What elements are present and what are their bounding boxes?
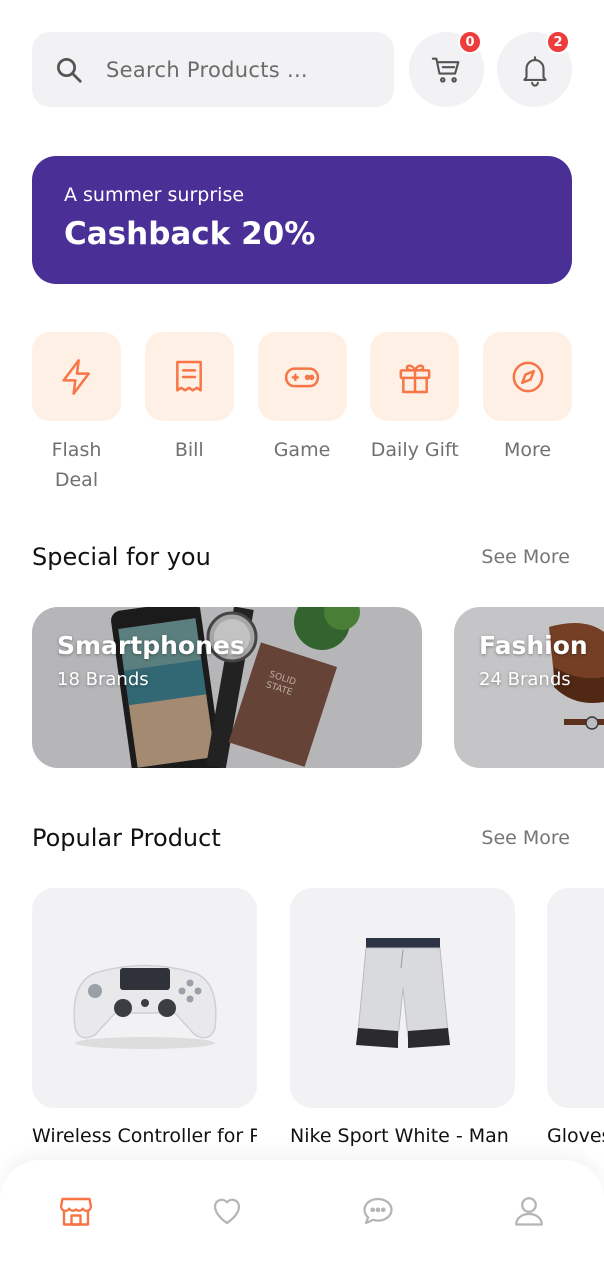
- gift-icon: [399, 363, 431, 393]
- cart-count-badge: 0: [458, 30, 482, 54]
- bell-icon: [522, 55, 547, 87]
- category-label: Game: [273, 439, 331, 461]
- shop-icon: [59, 1197, 92, 1226]
- flash-icon: [61, 358, 90, 395]
- chat-icon: [362, 1197, 393, 1225]
- category-game[interactable]: Game: [257, 332, 347, 495]
- bill-icon: [176, 360, 203, 392]
- product-name: Wireless Controller for PS4™: [32, 1125, 257, 1147]
- special-card-title: Fashion: [479, 631, 588, 660]
- category-icon-box: [32, 332, 121, 421]
- product-card[interactable]: Wireless Controller for PS4™: [32, 888, 257, 1164]
- search-input[interactable]: Search Products ...: [32, 32, 394, 107]
- category-flash-deal[interactable]: Flash Deal: [32, 332, 121, 495]
- category-row: Flash Deal Bill Game Daily Gift More: [32, 332, 572, 495]
- category-label: Flash Deal: [51, 439, 102, 491]
- product-card[interactable]: Nike Sport White - Man Pant: [290, 888, 515, 1164]
- search-icon: [57, 57, 82, 83]
- product-image-box: [547, 888, 604, 1108]
- category-icon-box: [257, 332, 347, 421]
- nav-shop[interactable]: [46, 1181, 106, 1241]
- special-card-smartphones[interactable]: SOLID STATE Smartphones 18 Brands: [32, 607, 422, 768]
- category-daily-gift[interactable]: Daily Gift: [370, 332, 460, 495]
- cart-button[interactable]: 0: [409, 30, 484, 107]
- category-label: Bill: [174, 439, 204, 461]
- banner-title: Cashback 20%: [64, 216, 316, 252]
- product-image-box: [32, 888, 257, 1108]
- category-icon-box: [370, 332, 460, 421]
- product-image-box: [290, 888, 515, 1108]
- game-controller-icon: [284, 366, 320, 387]
- category-bill[interactable]: Bill: [144, 332, 234, 495]
- special-see-more-link[interactable]: See More: [481, 546, 570, 568]
- nav-profile[interactable]: [499, 1181, 559, 1241]
- product-name: Nike Sport White - Man Pant: [290, 1125, 515, 1147]
- product-name: Gloves XC Omega - Polygon: [547, 1125, 604, 1147]
- promo-banner[interactable]: A summer surprise Cashback 20%: [32, 156, 572, 284]
- notification-count-badge: 2: [546, 30, 570, 54]
- category-icon-box: [483, 332, 572, 421]
- product-card[interactable]: Gloves XC Omega - Polygon: [547, 888, 604, 1164]
- heart-icon: [213, 1198, 240, 1225]
- special-card-fashion[interactable]: Fashion 24 Brands: [454, 607, 604, 768]
- special-card-title: Smartphones: [57, 631, 245, 660]
- bottom-nav: [0, 1160, 604, 1280]
- popular-see-more-link[interactable]: See More: [481, 827, 570, 849]
- special-section-title: Special for you: [32, 543, 211, 571]
- user-icon: [514, 1197, 543, 1226]
- special-card-subtitle: 18 Brands: [57, 669, 149, 690]
- special-card-subtitle: 24 Brands: [479, 669, 571, 690]
- discover-icon: [512, 361, 543, 392]
- popular-section-title: Popular Product: [32, 824, 221, 852]
- nav-chat[interactable]: [348, 1181, 408, 1241]
- nav-favorites[interactable]: [197, 1181, 257, 1241]
- notification-button[interactable]: 2: [497, 30, 572, 107]
- category-label: More: [503, 439, 552, 461]
- shorts-image: [355, 938, 450, 1048]
- category-icon-box: [144, 332, 234, 421]
- category-more[interactable]: More: [483, 332, 572, 495]
- category-label: Daily Gift: [370, 439, 459, 461]
- banner-subtitle: A summer surprise: [64, 184, 245, 206]
- controller-image: [73, 964, 216, 1049]
- cart-icon: [431, 57, 459, 83]
- search-placeholder: Search Products ...: [106, 57, 308, 82]
